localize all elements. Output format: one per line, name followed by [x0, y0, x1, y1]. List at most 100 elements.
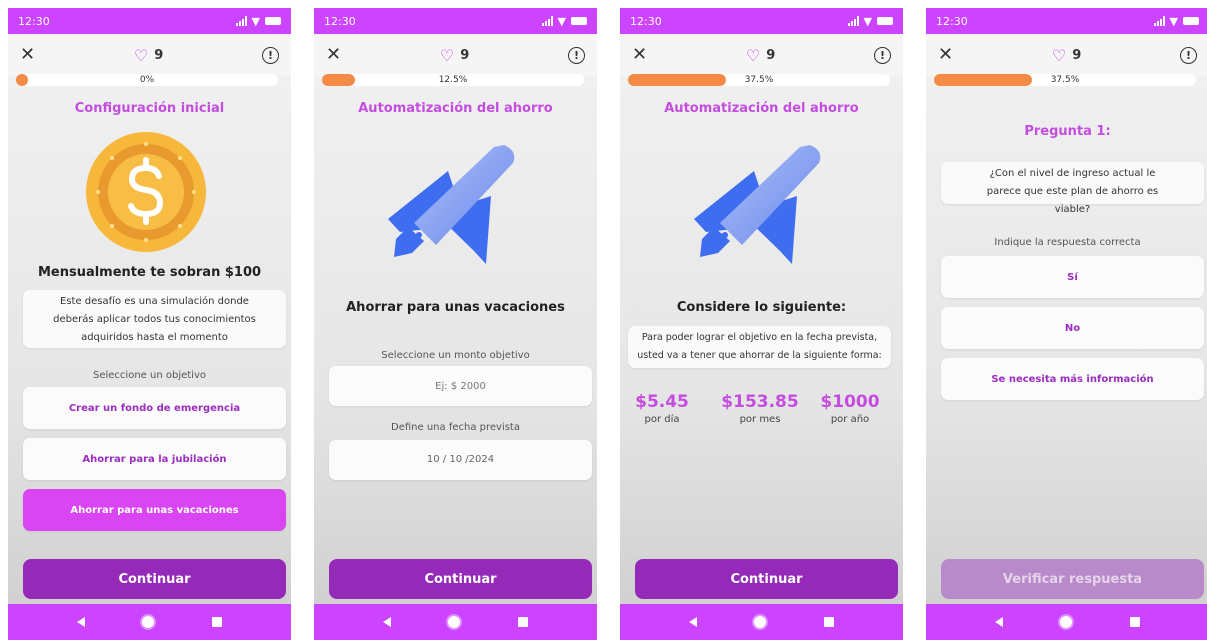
close-icon[interactable]: ✕	[632, 46, 647, 64]
battery-icon	[1183, 17, 1199, 25]
progress-bar: 0%	[16, 74, 278, 86]
progress-bar: 12.5%	[322, 74, 584, 86]
status-bar: 12:30 ▼	[926, 8, 1207, 34]
amount-input[interactable]	[329, 366, 592, 406]
heart-icon: ♡	[745, 45, 761, 65]
status-time: 12:30	[630, 14, 662, 28]
airplane-icon	[388, 145, 515, 264]
status-bar: 12:30 ▼	[314, 8, 597, 34]
nav-back-icon[interactable]	[76, 617, 85, 627]
heart-icon: ♡	[133, 45, 149, 65]
wifi-icon: ▼	[557, 14, 566, 28]
nav-recent-icon[interactable]	[824, 617, 835, 627]
nav-home-icon[interactable]	[754, 616, 767, 628]
heart-icon: ♡	[439, 45, 455, 65]
top-bar: ✕ ♡ 9 !	[314, 34, 597, 76]
nav-home-icon[interactable]	[1060, 616, 1073, 628]
question-title: Pregunta 1:	[1024, 124, 1111, 139]
option-vacation[interactable]: Ahorrar para unas vacaciones	[23, 489, 286, 531]
report-icon[interactable]: !	[261, 46, 279, 64]
android-nav-bar	[8, 604, 291, 640]
nav-back-icon[interactable]	[994, 617, 1003, 627]
coin-dollar-icon	[86, 132, 206, 252]
android-nav-bar	[926, 604, 1207, 640]
option-emergency-fund[interactable]: Crear un fondo de emergencia	[23, 387, 286, 429]
description-card: Este desafío es una simulación donde deb…	[23, 290, 286, 348]
wifi-icon: ▼	[251, 14, 260, 28]
report-icon[interactable]: !	[873, 46, 891, 64]
battery-icon	[571, 17, 587, 25]
wifi-icon: ▼	[1169, 14, 1178, 28]
date-field[interactable]: 10 / 10 /2024	[329, 440, 592, 480]
amount-per-day: $5.45 por día	[632, 392, 692, 425]
amount-unit: por día	[644, 414, 680, 425]
lives-count: 9	[766, 47, 776, 63]
status-bar: 12:30 ▼	[620, 8, 903, 34]
answer-yes[interactable]: Sí	[941, 256, 1204, 298]
lives-count: 9	[1072, 47, 1082, 63]
lives-counter: ♡ 9	[134, 46, 163, 65]
nav-recent-icon[interactable]	[212, 617, 223, 627]
wifi-icon: ▼	[863, 14, 872, 28]
verify-answer-button[interactable]: Verificar respuesta	[941, 559, 1204, 599]
description-card: Para poder lograr el objetivo en la fech…	[628, 326, 891, 368]
status-time: 12:30	[936, 14, 968, 28]
progress-label: 37.5%	[744, 75, 774, 85]
lives-count: 9	[460, 47, 470, 63]
status-time: 12:30	[18, 14, 50, 28]
continue-button[interactable]: Continuar	[635, 559, 898, 599]
heading: Ahorrar para unas vacaciones	[346, 300, 565, 315]
top-bar: ✕ ♡ 9 !	[926, 34, 1207, 76]
android-nav-bar	[620, 604, 903, 640]
amount-label: Seleccione un monto objetivo	[381, 350, 530, 361]
screen-initial-setup: 12:30 ▼ ✕ ♡ 9 ! 0% Configuración inicial	[8, 8, 291, 640]
answer-no[interactable]: No	[941, 307, 1204, 349]
airplane-icon	[694, 145, 821, 264]
screen-savings-plan-summary: 12:30 ▼ ✕ ♡ 9 ! 37.5% Automatización del…	[620, 8, 903, 640]
progress-bar: 37.5%	[628, 74, 890, 86]
heading: Mensualmente te sobran $100	[37, 265, 262, 280]
select-goal-label: Seleccione un objetivo	[93, 370, 206, 381]
nav-back-icon[interactable]	[688, 617, 697, 627]
battery-icon	[265, 17, 281, 25]
progress-label: 0%	[139, 75, 155, 85]
progress-label: 12.5%	[438, 75, 468, 85]
page-title: Configuración inicial	[74, 101, 225, 116]
android-nav-bar	[314, 604, 597, 640]
nav-recent-icon[interactable]	[1130, 617, 1141, 627]
lives-count: 9	[154, 47, 164, 63]
signal-icon	[847, 16, 859, 26]
signal-icon	[235, 16, 247, 26]
status-bar: 12:30 ▼	[8, 8, 291, 34]
nav-back-icon[interactable]	[382, 617, 391, 627]
report-icon[interactable]: !	[567, 46, 585, 64]
top-bar: ✕ ♡ 9 !	[620, 34, 903, 76]
nav-home-icon[interactable]	[448, 616, 461, 628]
amount-per-month: $153.85 por mes	[715, 392, 805, 425]
screen-question-1: 12:30 ▼ ✕ ♡ 9 ! 37.5% Pregunta 1: ¿Con e…	[926, 8, 1207, 640]
signal-icon	[541, 16, 553, 26]
progress-bar: 37.5%	[934, 74, 1196, 86]
top-bar: ✕ ♡ 9 !	[8, 34, 291, 76]
battery-icon	[877, 17, 893, 25]
option-retirement[interactable]: Ahorrar para la jubilación	[23, 438, 286, 480]
report-icon[interactable]: !	[1179, 46, 1197, 64]
nav-home-icon[interactable]	[142, 616, 155, 628]
amount-value: $5.45	[635, 392, 689, 412]
question-card: ¿Con el nivel de ingreso actual le parec…	[941, 162, 1204, 215]
close-icon[interactable]: ✕	[326, 46, 341, 64]
continue-button[interactable]: Continuar	[329, 559, 592, 599]
status-time: 12:30	[324, 14, 356, 28]
nav-recent-icon[interactable]	[518, 617, 529, 627]
amount-value: $1000	[820, 392, 880, 412]
close-icon[interactable]: ✕	[938, 46, 953, 64]
continue-button[interactable]: Continuar	[23, 559, 286, 599]
lives-counter: ♡ 9	[1052, 46, 1081, 65]
close-icon[interactable]: ✕	[20, 46, 35, 64]
page-title: Automatización del ahorro	[664, 101, 859, 116]
answer-need-more-info[interactable]: Se necesita más información	[941, 358, 1204, 400]
lives-counter: ♡ 9	[440, 46, 469, 65]
amount-unit: por año	[830, 414, 870, 425]
screen-savings-automation-form: 12:30 ▼ ✕ ♡ 9 ! 12.5% Automatización del…	[314, 8, 597, 640]
signal-icon	[1153, 16, 1165, 26]
